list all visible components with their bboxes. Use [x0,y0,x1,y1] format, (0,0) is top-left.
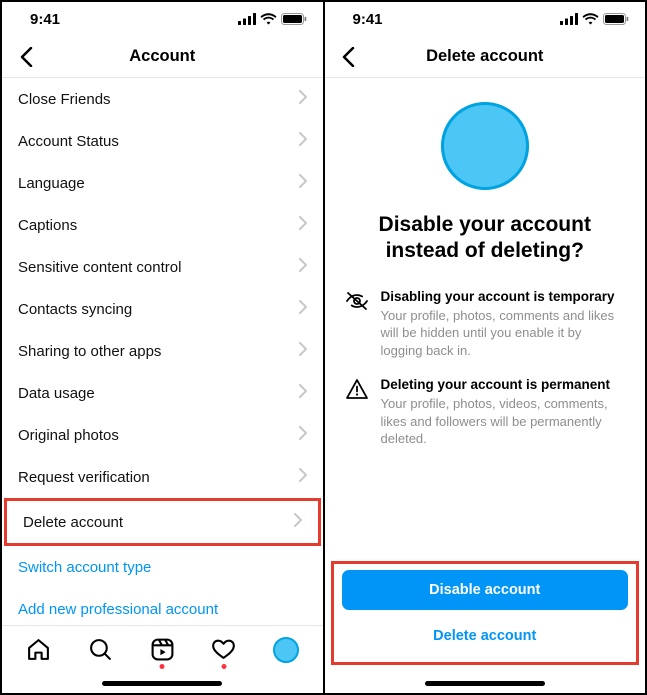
settings-row[interactable]: Language [2,162,323,204]
back-button[interactable] [335,43,363,71]
settings-row[interactable]: Captions [2,204,323,246]
avatar [441,102,529,190]
row-label: Sharing to other apps [18,343,161,360]
reels-tab[interactable] [147,635,177,665]
settings-row[interactable]: Account Status [2,120,323,162]
settings-row[interactable]: Contacts syncing [2,288,323,330]
row-label: Close Friends [18,91,111,108]
settings-row[interactable]: Original photos [2,414,323,456]
row-label: Language [18,175,85,192]
activity-tab[interactable] [209,635,239,665]
chevron-right-icon [299,426,307,444]
settings-link[interactable]: Switch account type [2,546,323,588]
battery-icon [281,13,307,25]
info-title: Disabling your account is temporary [381,289,626,304]
chevron-right-icon [299,90,307,108]
status-icons [238,13,307,25]
warning-icon [345,378,369,448]
row-label: Delete account [23,514,123,531]
delete-account-screen: 9:41 Delete account Disable your account… [325,2,646,693]
chevron-left-icon [342,47,355,67]
chevron-left-icon [20,47,33,67]
status-bar: 9:41 [2,2,323,36]
home-tab[interactable] [24,635,54,665]
status-time: 9:41 [30,11,60,28]
row-label: Sensitive content control [18,259,181,276]
row-label: Account Status [18,133,119,150]
chevron-right-icon [299,216,307,234]
info-title: Deleting your account is permanent [381,377,626,392]
chevron-right-icon [299,258,307,276]
status-bar: 9:41 [325,2,646,36]
chevron-right-icon [299,300,307,318]
content-area: Disable your account instead of deleting… [325,78,646,561]
settings-row[interactable]: Sharing to other apps [2,330,323,372]
link-label: Add new professional account [18,601,218,618]
page-title: Delete account [325,47,646,66]
settings-row[interactable]: Request verification [2,456,323,498]
row-label: Request verification [18,469,150,486]
home-indicator [325,673,646,693]
info-text: Your profile, photos, videos, comments, … [381,395,626,448]
heading: Disable your account instead of deleting… [345,212,626,265]
battery-icon [603,13,629,25]
row-label: Contacts syncing [18,301,132,318]
chevron-right-icon [299,174,307,192]
home-indicator [2,673,323,693]
notification-dot [160,664,165,669]
info-text: Your profile, photos, comments and likes… [381,307,626,360]
reels-icon [150,637,175,662]
settings-row[interactable]: Close Friends [2,78,323,120]
settings-row[interactable]: Delete account [4,498,321,546]
signal-icon [238,13,256,25]
wifi-icon [582,13,599,25]
chevron-right-icon [299,132,307,150]
delete-account-button[interactable]: Delete account [342,618,629,654]
profile-tab[interactable] [271,635,301,665]
back-button[interactable] [12,43,40,71]
settings-row[interactable]: Data usage [2,372,323,414]
action-buttons: Disable account Delete account [331,561,640,665]
eye-off-icon [345,290,369,360]
row-label: Data usage [18,385,95,402]
signal-icon [560,13,578,25]
avatar-icon [273,637,299,663]
settings-link[interactable]: Add new professional account [2,588,323,625]
status-icons [560,13,629,25]
disable-account-button[interactable]: Disable account [342,570,629,610]
nav-bar: Delete account [325,36,646,78]
chevron-right-icon [294,513,302,531]
chevron-right-icon [299,384,307,402]
search-icon [88,637,113,662]
heart-icon [211,637,236,662]
settings-row[interactable]: Sensitive content control [2,246,323,288]
row-label: Captions [18,217,77,234]
page-title: Account [2,47,323,66]
tab-bar [2,625,323,673]
nav-bar: Account [2,36,323,78]
status-time: 9:41 [353,11,383,28]
info-delete: Deleting your account is permanent Your … [345,377,626,448]
settings-list: Close Friends Account Status Language Capti… [2,78,323,625]
notification-dot [221,664,226,669]
wifi-icon [260,13,277,25]
chevron-right-icon [299,468,307,486]
link-label: Switch account type [18,559,151,576]
row-label: Original photos [18,427,119,444]
home-icon [26,637,51,662]
info-disable: Disabling your account is temporary Your… [345,289,626,360]
search-tab[interactable] [86,635,116,665]
account-settings-screen: 9:41 Account Close Friends Account Status… [2,2,325,693]
chevron-right-icon [299,342,307,360]
